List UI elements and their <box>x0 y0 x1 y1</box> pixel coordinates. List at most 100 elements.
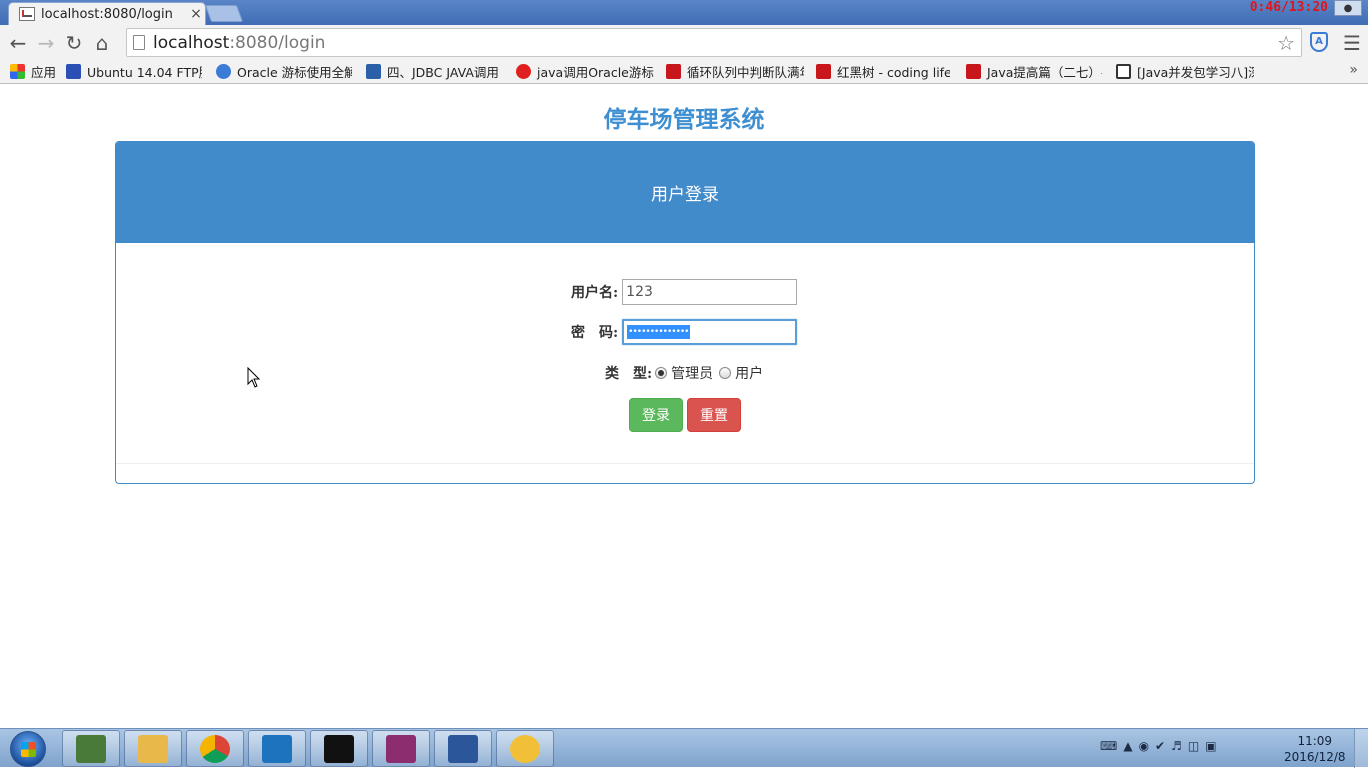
menu-icon[interactable]: ☰ <box>1343 31 1361 55</box>
page-title: 停车场管理系统 <box>603 106 765 133</box>
site-icon <box>216 64 231 79</box>
reload-icon[interactable]: ↻ <box>60 29 88 57</box>
network-icon[interactable]: ✔ <box>1155 739 1165 753</box>
intellij-icon <box>262 734 292 763</box>
home-icon[interactable]: ⌂ <box>88 29 116 57</box>
forward-icon[interactable]: → <box>32 29 60 57</box>
tab-title: localhost:8080/login <box>41 6 173 22</box>
bookmark-star-icon[interactable]: ☆ <box>1277 31 1295 55</box>
url-path: :8080/login <box>229 32 326 53</box>
password-row: 密 码: •••••••••••••• <box>571 319 798 345</box>
bookmark-item[interactable]: 红黑树 - coding life <box>816 61 950 83</box>
panel-heading: 用户登录 <box>116 142 1254 243</box>
taskbar-app-word[interactable] <box>434 730 492 767</box>
panel-divider <box>116 463 1254 464</box>
start-button[interactable] <box>10 731 46 767</box>
page-icon <box>133 35 145 50</box>
extension-shield-icon[interactable]: A <box>1310 32 1328 52</box>
type-label: 类 型: <box>605 366 653 382</box>
page-favicon-icon <box>19 7 35 21</box>
login-button[interactable]: 登录 <box>629 398 683 432</box>
radio-user-label[interactable]: 用户 <box>735 363 763 383</box>
url-host: localhost <box>153 32 230 53</box>
username-row: 用户名: 123 <box>571 279 798 305</box>
tray-expand-icon[interactable]: ▲ <box>1123 739 1132 753</box>
bookmark-label: 循环队列中判断队满年 <box>687 65 804 80</box>
volume-icon[interactable]: ♬ <box>1171 739 1182 753</box>
bookmark-label: Ubuntu 14.04 FTP服 <box>87 65 202 80</box>
bookmark-item[interactable]: Java提高篇（二七）- <box>966 61 1102 83</box>
taskbar-app-chrome[interactable] <box>186 730 244 767</box>
username-input[interactable]: 123 <box>622 279 798 305</box>
close-tab-icon[interactable]: × <box>187 6 205 22</box>
new-tab-button[interactable] <box>204 5 244 22</box>
security-icon[interactable]: ◉ <box>1139 739 1149 753</box>
user-icon[interactable]: ● <box>1334 0 1362 16</box>
command-prompt-icon <box>324 734 354 763</box>
username-label: 用户名: <box>571 285 619 301</box>
bookmark-label: Java提高篇（二七）- <box>987 65 1102 80</box>
baidu-paw-icon <box>66 64 81 79</box>
bookmark-label: 红黑树 - coding life <box>837 65 950 80</box>
bookmark-label: 应用 <box>31 65 57 80</box>
site-icon <box>366 64 381 79</box>
clock-time: 11:09 <box>1297 734 1333 748</box>
radio-admin-label[interactable]: 管理员 <box>671 363 713 383</box>
bookmark-item[interactable]: [Java并发包学习八]深 <box>1116 61 1254 83</box>
bookmark-label: [Java并发包学习八]深 <box>1137 65 1254 80</box>
monitor-icon <box>1116 64 1131 79</box>
recording-timer: 0:46/13:20 <box>1249 0 1328 15</box>
radio-user[interactable] <box>719 367 732 379</box>
bookmarks-bar: 应用 Ubuntu 14.04 FTP服 Oracle 游标使用全解 四、JDB… <box>0 60 1368 84</box>
taskbar-app-explorer[interactable] <box>124 730 182 767</box>
taskbar-app-paw[interactable] <box>496 730 554 767</box>
bookmark-item[interactable]: java调用Oracle游标 - <box>516 61 654 83</box>
password-input[interactable]: •••••••••••••• <box>622 319 798 345</box>
browser-toolbar: ← → ↻ ⌂ localhost:8080/login ☆ <box>0 25 1368 60</box>
show-desktop-button[interactable] <box>1354 729 1368 768</box>
bookmark-item[interactable]: 循环队列中判断队满年 <box>666 61 804 83</box>
display-icon[interactable]: ▣ <box>1205 739 1216 753</box>
taskbar-clock[interactable]: 11:09 2016/12/8 <box>1284 733 1346 765</box>
word-icon <box>448 734 478 763</box>
bookmark-label: 四、JDBC JAVA调用 <box>387 65 499 80</box>
clock-date: 2016/12/8 <box>1284 750 1346 764</box>
browser-tab[interactable]: localhost:8080/login × <box>8 2 206 25</box>
chrome-icon <box>200 734 230 763</box>
folder-icon <box>138 734 168 763</box>
csdn-icon <box>816 64 831 79</box>
taskbar-app-intellij[interactable] <box>248 730 306 767</box>
bookmark-label: java调用Oracle游标 - <box>537 65 654 80</box>
csdn-icon <box>666 64 681 79</box>
task-manager-icon <box>76 734 106 763</box>
mouse-cursor-icon <box>247 367 261 388</box>
address-bar[interactable]: localhost:8080/login ☆ <box>126 28 1302 57</box>
radio-admin[interactable] <box>655 367 668 379</box>
reset-button[interactable]: 重置 <box>687 398 741 432</box>
bookmark-item[interactable]: Ubuntu 14.04 FTP服 <box>66 61 202 83</box>
keyboard-icon[interactable]: ⌨ <box>1100 739 1117 753</box>
password-mask: •••••••••••••• <box>627 325 690 339</box>
site-icon <box>516 64 531 79</box>
apps-grid-icon <box>10 64 25 79</box>
login-panel: 用户登录 <box>115 141 1255 484</box>
bookmark-item[interactable]: 四、JDBC JAVA调用 <box>366 61 500 83</box>
window-controls: ● <box>1334 0 1362 16</box>
taskbar-app-winrar[interactable] <box>372 730 430 767</box>
winrar-icon <box>386 734 416 763</box>
browser-titlebar: localhost:8080/login × 0:46/13:20 ● <box>0 0 1368 25</box>
password-label: 密 码: <box>571 325 619 341</box>
system-tray: ⌨ ▲ ◉ ✔ ♬ ◫ ▣ <box>1100 739 1217 753</box>
windows-taskbar: ⌨ ▲ ◉ ✔ ♬ ◫ ▣ 11:09 2016/12/8 <box>0 728 1368 768</box>
paw-icon <box>510 734 540 763</box>
bookmarks-overflow-icon[interactable]: » <box>1349 62 1358 78</box>
type-row: 类 型: 管理员 用户 <box>605 363 763 383</box>
device-icon[interactable]: ◫ <box>1188 739 1199 753</box>
bookmark-label: Oracle 游标使用全解 <box>237 65 352 80</box>
bookmark-apps[interactable]: 应用 <box>10 61 60 83</box>
taskbar-app-cmd[interactable] <box>310 730 368 767</box>
back-icon[interactable]: ← <box>4 29 32 57</box>
csdn-icon <box>966 64 981 79</box>
bookmark-item[interactable]: Oracle 游标使用全解 <box>216 61 352 83</box>
taskbar-app-task-manager[interactable] <box>62 730 120 767</box>
